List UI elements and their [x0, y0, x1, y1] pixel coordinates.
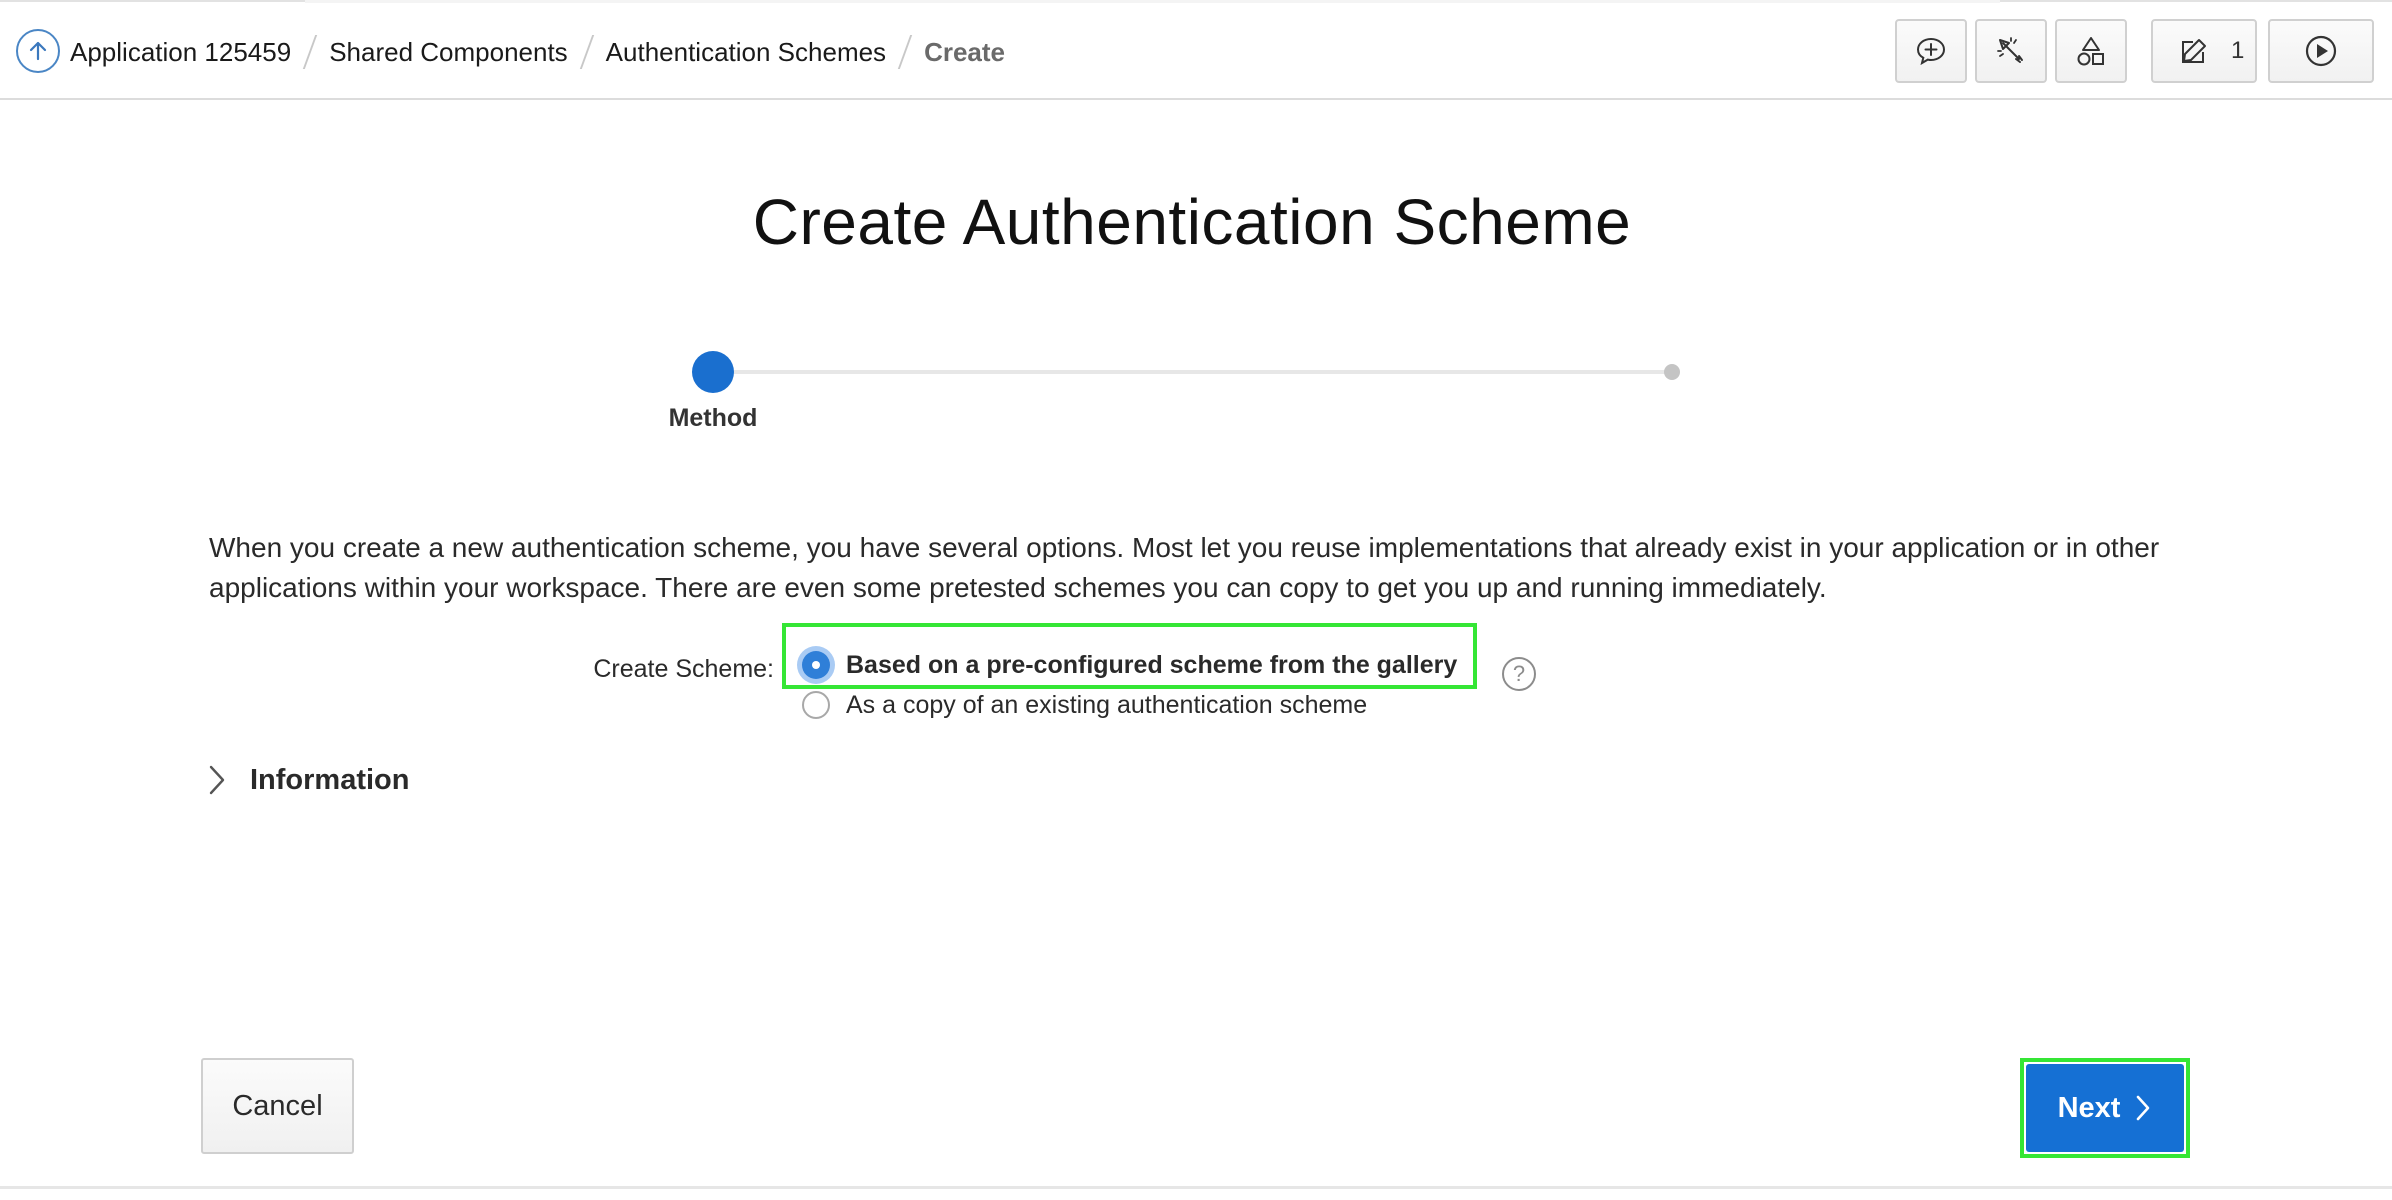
breadcrumb-current: Create [924, 36, 1005, 67]
radio-button-copy[interactable] [802, 691, 830, 719]
navigate-up-button[interactable] [16, 29, 60, 73]
breadcrumb-separator [897, 35, 913, 69]
wizard-step-final [1664, 364, 1680, 380]
information-toggle[interactable]: Information [206, 760, 410, 800]
radio-label-gallery: Based on a pre-configured scheme from th… [846, 650, 1458, 679]
spotlight-button[interactable] [1975, 19, 2047, 83]
breadcrumb: Application 125459 Shared Components Aut… [70, 32, 1005, 72]
spotlight-icon [1997, 37, 2023, 63]
radio-option-gallery[interactable]: Based on a pre-configured scheme from th… [802, 645, 1457, 685]
run-icon [2305, 35, 2337, 67]
breadcrumb-separator [579, 35, 594, 69]
radio-option-copy[interactable]: As a copy of an existing authentication … [802, 685, 1367, 725]
breadcrumb-item-authentication-schemes[interactable]: Authentication Schemes [606, 37, 886, 68]
comment-add-button[interactable] [1895, 19, 1967, 83]
wizard-step-label: Method [668, 404, 758, 432]
wizard-step-current [692, 351, 734, 393]
chevron-right-icon [2134, 1093, 2152, 1123]
top-toolbar: Application 125459 Shared Components Aut… [0, 0, 2392, 100]
shared-components-button[interactable] [2055, 19, 2127, 83]
breadcrumb-item-shared-components[interactable]: Shared Components [329, 37, 567, 68]
breadcrumb-item-application[interactable]: Application 125459 [70, 37, 291, 68]
run-page-button[interactable] [2268, 19, 2374, 83]
page-title: Create Authentication Scheme [752, 186, 1632, 258]
cancel-button[interactable]: Cancel [201, 1058, 354, 1154]
edit-icon [2182, 39, 2206, 63]
chevron-right-icon [209, 765, 225, 795]
next-button-label: Next [2057, 1091, 2121, 1124]
information-label: Information [250, 763, 410, 796]
tab-strip-shadow [305, 0, 2000, 3]
edit-count: 1 [2231, 37, 2245, 64]
next-button[interactable]: Next [2026, 1064, 2184, 1152]
wizard-progress-track [712, 370, 1672, 374]
arrow-up-icon [29, 41, 47, 61]
breadcrumb-separator [303, 35, 318, 69]
edit-count-button[interactable]: 1 [2151, 19, 2257, 83]
radio-button-gallery[interactable] [802, 651, 830, 679]
radio-label-copy: As a copy of an existing authentication … [846, 690, 1368, 719]
comment-add-icon [1916, 37, 1946, 66]
footer-divider [0, 1186, 2392, 1189]
intro-text: When you create a new authentication sch… [209, 532, 2160, 603]
help-icon[interactable]: ? [1502, 657, 1536, 691]
create-scheme-label: Create Scheme: [593, 655, 774, 683]
shapes-icon [2077, 37, 2104, 66]
